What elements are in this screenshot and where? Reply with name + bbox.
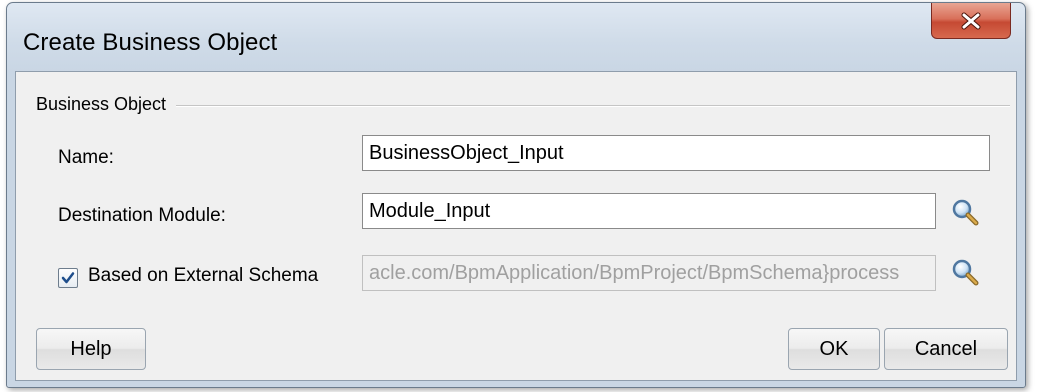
external-schema-value: acle.com/BpmApplication/BpmProject/BpmSc… [369, 262, 900, 284]
magnifier-icon [952, 199, 979, 226]
title-bar: Create Business Object [7, 3, 1025, 71]
create-business-object-dialog: Create Business Object Business Object N… [6, 2, 1026, 388]
magnifier-icon [952, 259, 979, 286]
destination-module-label: Destination Module: [58, 205, 226, 226]
close-button[interactable] [931, 3, 1011, 39]
external-schema-checkbox[interactable] [58, 268, 78, 288]
checkmark-icon [61, 272, 75, 284]
dialog-title: Create Business Object [23, 29, 278, 56]
name-input[interactable] [362, 135, 990, 171]
external-schema-browse-button[interactable] [948, 255, 982, 289]
destination-module-browse-button[interactable] [948, 195, 982, 229]
group-separator [36, 105, 1010, 107]
dialog-body: Business Object Name: Destination Module… [15, 71, 1017, 381]
cancel-button[interactable]: Cancel [884, 328, 1008, 370]
help-button[interactable]: Help [36, 328, 146, 370]
name-label: Name: [58, 147, 114, 168]
destination-module-input[interactable] [362, 193, 936, 229]
ok-button[interactable]: OK [788, 328, 880, 370]
close-x-icon [961, 12, 981, 29]
external-schema-label[interactable]: Based on External Schema [88, 265, 318, 287]
external-schema-input: acle.com/BpmApplication/BpmProject/BpmSc… [362, 255, 936, 291]
group-legend: Business Object [36, 94, 177, 115]
